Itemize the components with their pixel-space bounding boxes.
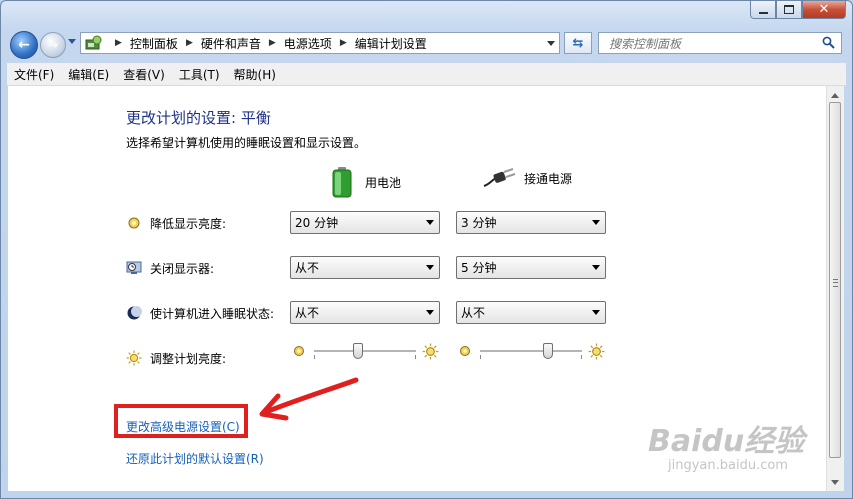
address-dropdown-icon[interactable] [547,41,555,46]
slider-ticks [314,355,416,359]
sleep-battery-value: 从不 [295,306,320,320]
monitor-clock-icon [126,260,142,276]
close-icon: ✕ [818,2,830,17]
maximize-button[interactable] [776,1,802,19]
menu-file[interactable]: 文件(F) [7,66,61,83]
moon-icon [126,305,142,321]
dim-display-label: 降低显示亮度: [150,216,227,231]
address-chevron-icon[interactable]: ▶ [269,38,276,48]
menu-help[interactable]: 帮助(H) [227,66,283,83]
minimize-icon [758,11,768,14]
slider-track [314,350,416,353]
content-pane: 更改计划的设置: 平衡 选择希望计算机使用的睡眠设置和显示设置。 用电池 接通电… [8,86,826,491]
plugged-column-header: 接通电源 [482,166,572,190]
turn-off-display-label: 关闭显示器: [150,261,215,276]
sun-icon [126,350,142,366]
dim-display-plugged-value: 3 分钟 [461,216,497,230]
sleep-label: 使计算机进入睡眠状态: [150,306,275,321]
turn-off-display-plugged-value: 5 分钟 [461,261,497,275]
address-chevron-icon[interactable]: ▶ [186,38,193,48]
refresh-button[interactable]: ⇆ [564,32,592,54]
watermark-url: jingyan.baidu.com [668,458,788,473]
address-crumb-hardware[interactable]: 硬件和声音 [201,35,261,52]
sleep-row: 使计算机进入睡眠状态: [126,301,274,325]
plugged-column-label: 接通电源 [524,171,573,186]
chevron-down-icon [592,220,600,225]
page-subtitle: 选择希望计算机使用的睡眠设置和显示设置。 [126,136,367,150]
search-input[interactable] [607,34,811,54]
battery-column-label: 用电池 [365,175,402,190]
battery-column-header: 用电池 [331,166,401,198]
caption-buttons: ✕ [750,1,846,19]
dim-sun-icon [294,346,304,356]
annotation-highlight-box [114,404,248,438]
grip-icon [833,279,838,287]
brightness-battery-thumb[interactable] [352,343,363,359]
maximize-icon [784,5,794,14]
address-crumb-edit-plan[interactable]: 编辑计划设置 [355,35,427,52]
navigation-bar: ← → ▶ 控制面板 ▶ 硬件和声音 ▶ 电源选项 ▶ 编辑计划设置 ⇆ [6,30,847,59]
brightness-plugged-thumb[interactable] [543,343,554,359]
sleep-plugged-select[interactable]: 从不 [456,301,606,324]
turn-off-display-row: 关闭显示器: [126,256,214,280]
search-box[interactable] [598,32,842,54]
menu-bar: 文件(F) 编辑(E) 查看(V) 工具(T) 帮助(H) [7,63,846,86]
turn-off-display-battery-value: 从不 [295,261,320,275]
bright-sun-icon [588,343,605,360]
watermark-brand: Baidu经验 [648,424,805,459]
refresh-icon: ⇆ [572,35,584,51]
bright-sun-icon [422,343,439,360]
scroll-up-icon[interactable] [831,93,839,98]
back-button[interactable]: ← [10,31,38,59]
close-button[interactable]: ✕ [802,1,846,19]
back-arrow-icon: ← [18,37,30,53]
slider-track [480,350,582,353]
address-crumb-control-panel[interactable]: 控制面板 [130,35,178,52]
sleep-plugged-value: 从不 [461,306,486,320]
dim-display-battery-value: 20 分钟 [295,216,339,230]
turn-off-display-plugged-select[interactable]: 5 分钟 [456,256,606,279]
forward-arrow-icon: → [47,38,59,52]
chevron-down-icon [426,265,434,270]
annotation-arrow-icon [259,377,359,421]
recent-pages-dropdown[interactable] [68,39,76,44]
restore-defaults-link[interactable]: 还原此计划的默认设置(R) [126,450,264,467]
vertical-scrollbar[interactable] [826,86,844,491]
forward-button[interactable]: → [40,32,66,58]
battery-icon [332,167,352,198]
chevron-down-icon [592,310,600,315]
dim-display-plugged-select[interactable]: 3 分钟 [456,211,606,234]
dim-display-battery-select[interactable]: 20 分钟 [290,211,440,234]
address-crumb-power-options[interactable]: 电源选项 [284,35,332,52]
control-panel-icon [85,35,103,51]
sleep-battery-select[interactable]: 从不 [290,301,440,324]
menu-tools[interactable]: 工具(T) [172,66,227,83]
turn-off-display-battery-select[interactable]: 从不 [290,256,440,279]
scroll-down-icon[interactable] [831,480,839,485]
search-icon[interactable] [822,36,835,49]
power-plug-icon [483,168,516,187]
address-root-chevron-icon[interactable]: ▶ [115,38,122,48]
dim-brightness-icon [126,215,142,231]
minimize-button[interactable] [750,1,776,19]
page-title: 更改计划的设置: 平衡 [126,109,271,127]
brightness-plugged-slider[interactable] [456,340,606,364]
brightness-label: 调整计划亮度: [150,351,227,366]
dim-display-row: 降低显示亮度: [126,211,226,235]
chevron-down-icon [426,310,434,315]
dim-sun-icon [460,346,470,356]
slider-ticks [480,355,582,359]
chevron-down-icon [426,220,434,225]
brightness-battery-slider[interactable] [290,340,440,364]
menu-view[interactable]: 查看(V) [116,66,172,83]
brightness-row: 调整计划亮度: [126,346,226,370]
menu-edit[interactable]: 编辑(E) [61,66,116,83]
chevron-down-icon [592,265,600,270]
scrollbar-thumb[interactable] [829,102,841,458]
address-chevron-icon[interactable]: ▶ [340,38,347,48]
address-bar[interactable]: ▶ 控制面板 ▶ 硬件和声音 ▶ 电源选项 ▶ 编辑计划设置 [80,32,560,54]
